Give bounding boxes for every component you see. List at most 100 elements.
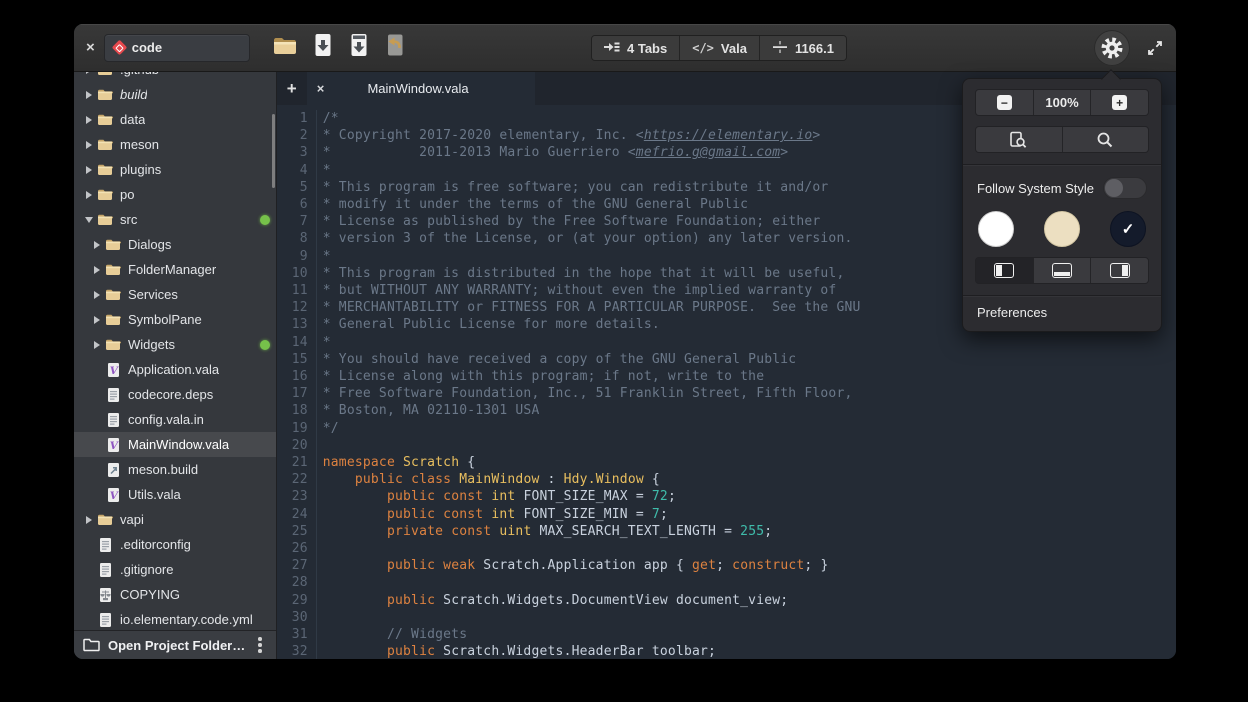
- tree-item[interactable]: Services: [74, 282, 276, 307]
- style-option-sepia[interactable]: [1044, 211, 1080, 247]
- file-vala-icon: V: [105, 437, 121, 453]
- new-tab-button[interactable]: +: [277, 72, 307, 105]
- gear-icon: [1100, 36, 1124, 60]
- chevron-down-icon[interactable]: [85, 217, 93, 223]
- tree-item[interactable]: codecore.deps: [74, 382, 276, 407]
- status-button-1166-1[interactable]: 1166.1: [759, 36, 846, 60]
- line-number: 19: [277, 420, 317, 437]
- statusbar-group: 4 Tabs </>Vala1166.1: [591, 35, 847, 61]
- open-project-folder-button[interactable]: Open Project Folder…: [108, 638, 245, 653]
- follow-system-style-toggle[interactable]: [1103, 177, 1147, 199]
- tab-close-icon[interactable]: ×: [317, 81, 325, 96]
- tree-item-label: plugins: [120, 162, 161, 177]
- tree-item[interactable]: .github: [74, 72, 276, 82]
- status-button-4-tabs[interactable]: 4 Tabs: [592, 36, 679, 60]
- code-line: 25 private const uint MAX_SEARCH_TEXT_LE…: [277, 523, 1176, 540]
- folder-icon: [97, 113, 113, 126]
- open-folder-outline-icon: [83, 638, 100, 652]
- zoom-in-button[interactable]: +: [1090, 90, 1148, 115]
- folder-icon: [97, 188, 113, 201]
- code-line: 15* You should have received a copy of t…: [277, 351, 1176, 368]
- tree-item[interactable]: VMainWindow.vala: [74, 432, 276, 457]
- save-document-button[interactable]: [312, 32, 334, 63]
- chevron-right-icon[interactable]: [94, 291, 100, 299]
- revert-document-icon: [384, 32, 406, 63]
- panel-left-button[interactable]: [976, 258, 1033, 283]
- file-text-icon: [97, 562, 113, 578]
- panel-right-button[interactable]: [1090, 258, 1148, 283]
- follow-system-style-row: Follow System Style: [977, 177, 1147, 199]
- tree-item[interactable]: VApplication.vala: [74, 357, 276, 382]
- chevron-right-icon[interactable]: [86, 141, 92, 149]
- line-number: 29: [277, 592, 317, 609]
- file-vala-icon: V: [105, 362, 121, 378]
- tree-item[interactable]: Widgets: [74, 332, 276, 357]
- headerbar: × code 4 Tabs </>Vala1166.1: [74, 24, 1176, 72]
- code-line: 14*: [277, 334, 1176, 351]
- open-folder-button[interactable]: [272, 34, 298, 62]
- tree-item-label: po: [120, 187, 134, 202]
- chevron-right-icon[interactable]: [94, 316, 100, 324]
- panel-right-icon: [1110, 263, 1130, 278]
- line-number: 4: [277, 162, 317, 179]
- preferences-menu-item[interactable]: Preferences: [963, 296, 1161, 331]
- tree-item[interactable]: config.vala.in: [74, 407, 276, 432]
- tree-item[interactable]: data: [74, 107, 276, 132]
- header-right: [1094, 24, 1164, 72]
- overflow-menu-button[interactable]: [253, 633, 267, 657]
- folder-icon: [97, 138, 113, 151]
- line-number: 31: [277, 626, 317, 643]
- project-chooser-button[interactable]: code: [104, 34, 250, 62]
- tree-item[interactable]: meson: [74, 132, 276, 157]
- chevron-right-icon[interactable]: [86, 72, 92, 74]
- position-icon: [772, 40, 788, 57]
- tree-item-label: meson: [120, 137, 159, 152]
- tree-item[interactable]: .editorconfig: [74, 532, 276, 557]
- chevron-right-icon[interactable]: [86, 91, 92, 99]
- tree-item[interactable]: vapi: [74, 507, 276, 532]
- layout-controls: [975, 257, 1149, 284]
- line-number: 27: [277, 557, 317, 574]
- zoom-out-icon: −: [997, 95, 1012, 110]
- zoom-out-button[interactable]: −: [976, 90, 1033, 115]
- save-as-document-button[interactable]: [348, 32, 370, 63]
- global-search-button[interactable]: [1062, 127, 1149, 152]
- zoom-level[interactable]: 100%: [1033, 90, 1091, 115]
- code-line: 17* Free Software Foundation, Inc., 51 F…: [277, 385, 1176, 402]
- panel-bottom-button[interactable]: [1033, 258, 1091, 283]
- status-label: 4 Tabs: [627, 41, 667, 56]
- fullscreen-button[interactable]: [1146, 39, 1164, 57]
- tree-item[interactable]: io.elementary.code.yml: [74, 607, 276, 630]
- style-option-light[interactable]: [978, 211, 1014, 247]
- chevron-right-icon[interactable]: [86, 116, 92, 124]
- tree-item[interactable]: SymbolPane: [74, 307, 276, 332]
- fullscreen-icon: [1146, 39, 1164, 57]
- chevron-right-icon[interactable]: [94, 266, 100, 274]
- tree-item[interactable]: Dialogs: [74, 232, 276, 257]
- style-option-dark[interactable]: ✓: [1110, 211, 1146, 247]
- find-in-document-button[interactable]: [976, 127, 1062, 152]
- chevron-right-icon[interactable]: [94, 241, 100, 249]
- tree-item[interactable]: build: [74, 82, 276, 107]
- chevron-right-icon[interactable]: [86, 191, 92, 199]
- tree-item[interactable]: po: [74, 182, 276, 207]
- status-button-vala[interactable]: </>Vala: [679, 36, 759, 60]
- tree-item[interactable]: .gitignore: [74, 557, 276, 582]
- revert-document-button[interactable]: [384, 32, 406, 63]
- chevron-right-icon[interactable]: [94, 341, 100, 349]
- tree-item[interactable]: COPYING: [74, 582, 276, 607]
- tree-item[interactable]: FolderManager: [74, 257, 276, 282]
- tree-item[interactable]: VUtils.vala: [74, 482, 276, 507]
- window-close-button[interactable]: ×: [86, 39, 95, 56]
- chevron-right-icon[interactable]: [86, 516, 92, 524]
- sidebar-scrollbar[interactable]: [272, 114, 275, 188]
- code-line: 28: [277, 574, 1176, 591]
- document-toolbar: [260, 32, 406, 63]
- tree-item[interactable]: plugins: [74, 157, 276, 182]
- tree-item[interactable]: meson.build: [74, 457, 276, 482]
- settings-gear-button[interactable]: [1094, 30, 1130, 66]
- tab-mainwindow-vala[interactable]: × MainWindow.vala: [307, 72, 535, 105]
- folder-icon: [97, 72, 113, 76]
- tree-item[interactable]: src: [74, 207, 276, 232]
- chevron-right-icon[interactable]: [86, 166, 92, 174]
